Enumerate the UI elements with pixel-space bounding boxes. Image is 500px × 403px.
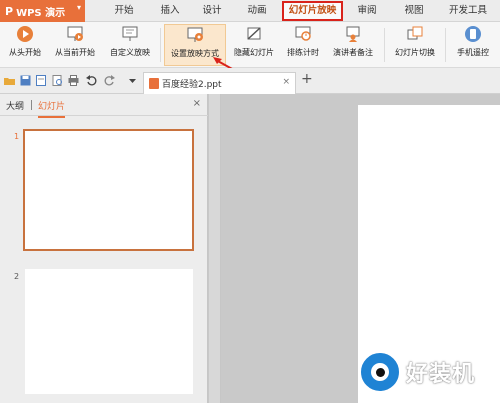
app-menu-button[interactable]: P WPS 演示 ▾ [0, 0, 85, 22]
custom-screen-icon [122, 26, 138, 41]
tab-view[interactable]: 视图 [397, 0, 431, 22]
slides-pane: 大纲 幻灯片 × 1 2 [0, 94, 208, 403]
phone-remote-label: 手机遥控 [457, 48, 489, 57]
canvas-scrollbar[interactable] [209, 94, 221, 403]
tab-insert[interactable]: 插入 [150, 0, 190, 22]
tab-start[interactable]: 开始 [104, 0, 144, 22]
caret-down-icon: ▾ [76, 3, 81, 12]
tab-review[interactable]: 审阅 [349, 0, 385, 22]
from-current-label: 从当前开始 [55, 48, 95, 57]
print-icon[interactable] [68, 75, 79, 86]
screen-play-icon [67, 26, 83, 41]
redo-icon[interactable] [104, 75, 115, 86]
dropdown-caret-icon[interactable] [127, 75, 138, 86]
setup-screen-icon [187, 27, 203, 42]
tab-design[interactable]: 设计 [192, 0, 232, 22]
slide-transition-button[interactable]: 幻灯片切换 [389, 24, 441, 66]
document-tab[interactable]: 百度经验2.ppt × [143, 72, 296, 94]
presenter-notes-button[interactable]: 演讲者备注 [328, 24, 378, 66]
timer-screen-icon [295, 26, 311, 41]
new-tab-button[interactable]: + [301, 71, 313, 87]
pane-close-icon[interactable]: × [193, 98, 201, 109]
document-tab-close-icon[interactable]: × [282, 77, 290, 87]
save-as-icon[interactable] [36, 75, 47, 86]
ribbon-separator [384, 28, 385, 62]
watermark-logo-icon [358, 350, 402, 394]
presenter-notes-label: 演讲者备注 [333, 48, 373, 57]
slide-thumbnail-1[interactable] [23, 129, 194, 251]
ribbon-separator [160, 28, 161, 62]
rehearse-timing-button[interactable]: 排练计时 [282, 24, 324, 66]
undo-icon[interactable] [86, 75, 97, 86]
slide-thumbnail-2[interactable] [25, 269, 193, 394]
slide-transition-label: 幻灯片切换 [395, 48, 435, 57]
tab-slideshow[interactable]: 幻灯片放映 [282, 1, 343, 21]
presenter-icon [346, 26, 360, 42]
watermark-text: 好装机 [406, 362, 476, 387]
slide-number: 2 [14, 272, 20, 281]
from-start-button[interactable]: 从头开始 [4, 24, 46, 66]
phone-remote-icon [465, 26, 481, 42]
print-preview-icon[interactable] [52, 75, 63, 86]
document-tab-title: 百度经验2.ppt [162, 80, 222, 90]
rehearse-timing-label: 排练计时 [287, 48, 319, 57]
ppt-file-icon [149, 78, 159, 89]
custom-show-label: 自定义放映 [110, 48, 150, 57]
hide-slide-icon [247, 27, 261, 40]
tab-developer[interactable]: 开发工具 [442, 0, 494, 22]
from-start-label: 从头开始 [9, 48, 41, 57]
play-icon [17, 26, 33, 42]
tab-animation[interactable]: 动画 [237, 0, 277, 22]
pane-tabs: 大纲 幻灯片 × [0, 94, 208, 118]
tab-slides[interactable]: 幻灯片 [38, 99, 66, 118]
quick-access-bar: 百度经验2.ppt × + [0, 68, 500, 94]
ribbon-separator [445, 28, 446, 62]
ribbon: 从头开始 从当前开始 自定义放映 设置放映方式 隐藏幻灯片 排练计时 演讲者备注… [0, 22, 500, 68]
tab-outline[interactable]: 大纲 [6, 99, 24, 112]
slide-number: 1 [14, 132, 20, 141]
wps-logo-icon: P [5, 4, 14, 18]
phone-remote-button[interactable]: 手机遥控 [451, 24, 495, 66]
slide-switch-icon [407, 26, 423, 40]
save-icon[interactable] [20, 75, 31, 86]
app-name: WPS 演示 [16, 7, 66, 19]
from-current-button[interactable]: 从当前开始 [50, 24, 100, 66]
open-folder-icon[interactable] [4, 75, 15, 86]
menu-bar: P WPS 演示 ▾ 开始 插入 设计 动画 幻灯片放映 审阅 视图 开发工具 [0, 0, 500, 22]
custom-show-button[interactable]: 自定义放映 [104, 24, 156, 66]
pane-tab-separator [31, 100, 32, 110]
hide-slide-label: 隐藏幻灯片 [234, 48, 274, 57]
watermark: 好装机 [358, 350, 475, 394]
